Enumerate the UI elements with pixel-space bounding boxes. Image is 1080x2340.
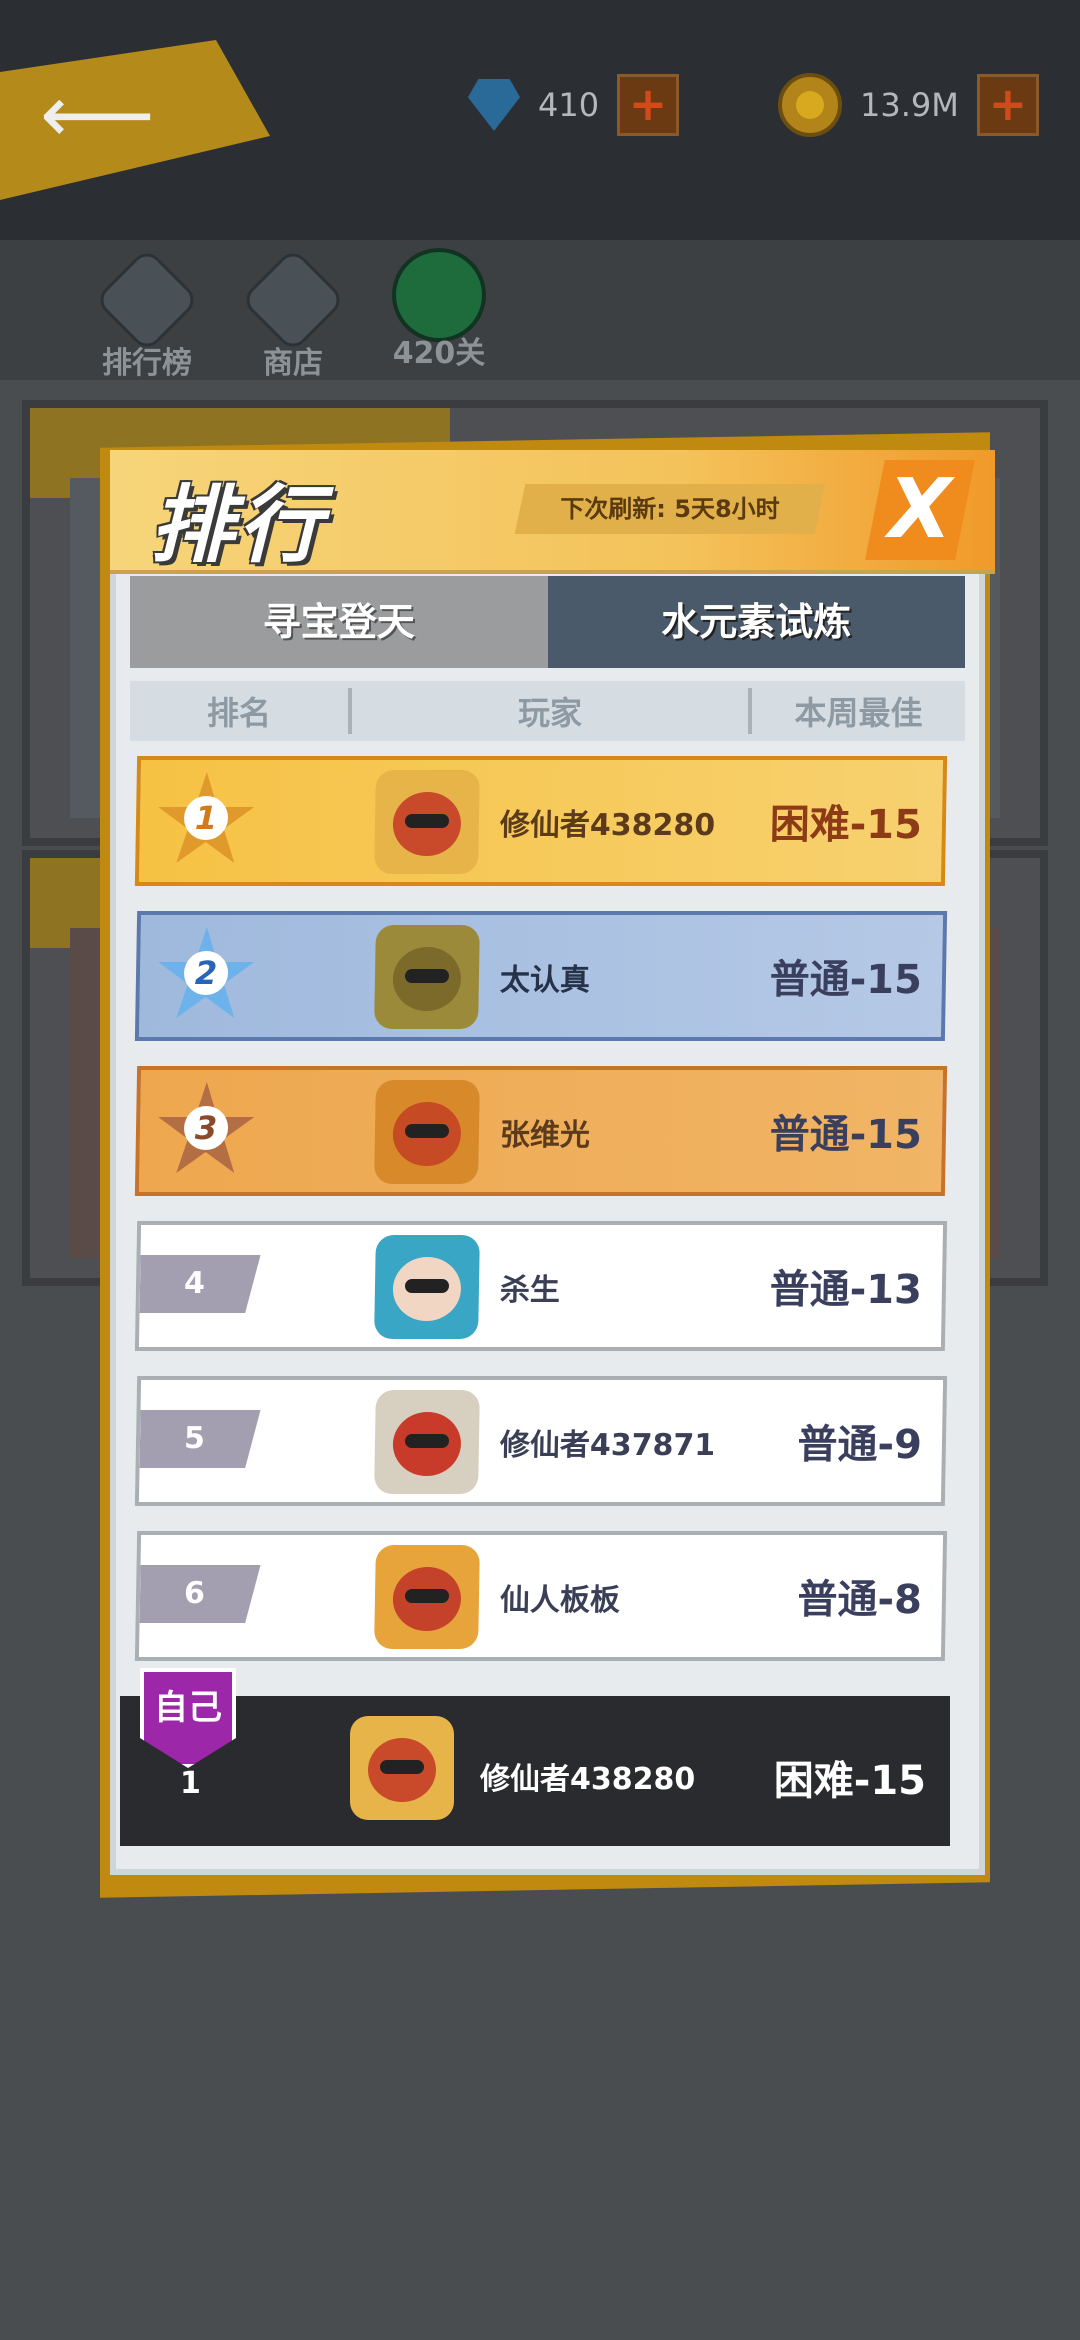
silver-medal-icon: 2 <box>155 927 257 1027</box>
close-button[interactable]: X <box>865 460 975 560</box>
add-coins-button[interactable]: + <box>976 74 1039 136</box>
coin-icon <box>778 73 842 137</box>
leaderboard-modal: 排行 下次刷新: 5天8小时 X 寻宝登天 水元素试炼 排名 玩家 本周最佳 1… <box>110 450 995 1875</box>
best-score: 普通-9 <box>797 1422 923 1468</box>
best-score: 普通-13 <box>769 1267 923 1313</box>
gold-medal-icon: 1 <box>155 772 257 872</box>
column-header: 排名 玩家 本周最佳 <box>130 681 965 741</box>
best-score: 普通-15 <box>769 1112 923 1158</box>
avatar <box>374 925 480 1029</box>
leaderboard-row[interactable]: 5 修仙者437871 普通-9 <box>134 1376 948 1506</box>
column-best: 本周最佳 <box>794 694 923 732</box>
self-player-name: 修仙者438280 <box>480 1762 696 1797</box>
nav-level[interactable]: 420关 <box>384 248 494 372</box>
tab-water-trial[interactable]: 水元素试炼 <box>547 576 965 668</box>
rank-number: 4 <box>140 1255 261 1313</box>
nav-shop[interactable]: 商店 <box>238 247 348 382</box>
player-name: 修仙者437871 <box>499 1428 716 1463</box>
back-arrow-icon: ⟵ <box>40 68 155 161</box>
coin-count: 13.9M <box>860 86 959 124</box>
background-bottom <box>0 1890 1080 2340</box>
best-score: 普通-8 <box>797 1577 923 1623</box>
leaderboard-row[interactable]: 6 仙人板板 普通-8 <box>134 1531 948 1661</box>
leaderboard-row[interactable]: 2 太认真 普通-15 <box>134 911 948 1041</box>
avatar <box>374 1390 480 1494</box>
rank-number: 6 <box>140 1565 261 1623</box>
player-name: 杀生 <box>499 1273 561 1308</box>
rank-number: 5 <box>140 1410 261 1468</box>
player-name: 太认真 <box>499 963 591 998</box>
avatar <box>374 1235 480 1339</box>
avatar <box>350 1716 454 1820</box>
self-rank-row[interactable]: 自己 1 修仙者438280 困难-15 <box>120 1668 950 1846</box>
self-best-score: 困难-15 <box>773 1758 926 1804</box>
nav-leaderboard[interactable]: 排行榜 <box>92 247 202 382</box>
leaderboard-row[interactable]: 1 修仙者438280 困难-15 <box>134 756 948 886</box>
gem-icon <box>468 79 520 131</box>
avatar <box>374 770 480 874</box>
coin-currency: 13.9M + <box>778 73 1039 137</box>
column-rank: 排名 <box>130 688 352 734</box>
avatar <box>374 1545 480 1649</box>
modal-title: 排行 <box>150 476 327 574</box>
top-bar: ⟵ 410 + 13.9M + <box>0 0 1080 240</box>
nav-level-label: 420关 <box>392 336 486 371</box>
tab-treasure[interactable]: 寻宝登天 <box>130 576 548 668</box>
leaderboard-row[interactable]: 3 张维光 普通-15 <box>134 1066 948 1196</box>
gem-count: 410 <box>538 86 600 124</box>
self-rank-number: 1 <box>180 1766 201 1801</box>
gem-currency: 410 + <box>468 74 680 136</box>
best-score: 普通-15 <box>769 957 923 1003</box>
leaderboard-row[interactable]: 4 杀生 普通-13 <box>134 1221 948 1351</box>
add-gems-button[interactable]: + <box>617 74 680 136</box>
player-name: 张维光 <box>499 1118 591 1153</box>
self-badge: 自己 <box>140 1668 236 1768</box>
modal-header: 排行 下次刷新: 5天8小时 X <box>110 450 995 574</box>
bronze-medal-icon: 3 <box>155 1082 257 1182</box>
avatar <box>374 1080 480 1184</box>
leaderboard-list: 1 修仙者438280 困难-15 2 太认真 普通-15 3 张维光 普通-1… <box>134 756 956 1686</box>
player-name: 修仙者438280 <box>499 808 716 843</box>
refresh-timer-text: 下次刷新: 5天8小时 <box>560 495 780 523</box>
column-player: 玩家 <box>352 688 753 734</box>
best-score: 困难-15 <box>769 802 923 848</box>
refresh-timer: 下次刷新: 5天8小时 <box>514 484 826 534</box>
tab-bar: 寻宝登天 水元素试炼 <box>130 576 965 668</box>
player-name: 仙人板板 <box>499 1583 621 1618</box>
